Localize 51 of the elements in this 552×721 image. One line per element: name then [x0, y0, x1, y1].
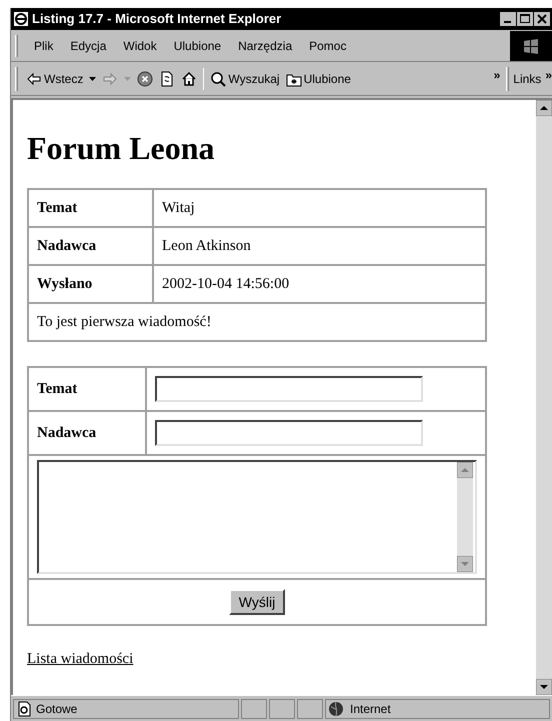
- back-arrow-icon: [26, 70, 42, 86]
- zone-text: Internet: [350, 700, 391, 718]
- text-field[interactable]: [155, 420, 423, 446]
- status-panel: [241, 698, 267, 718]
- toolbar-button[interactable]: Ulubione: [286, 70, 351, 88]
- field-label: Nadawca: [28, 227, 153, 265]
- menu-item[interactable]: Edycja: [62, 36, 114, 54]
- dropdown-caret-icon[interactable]: [89, 76, 96, 80]
- scroll-up-icon[interactable]: [536, 100, 552, 116]
- minimize-icon[interactable]: [500, 12, 516, 26]
- menu-item[interactable]: Widok: [115, 36, 165, 54]
- links-button[interactable]: Links: [513, 70, 542, 88]
- field-label: Wysłano: [28, 265, 153, 303]
- close-icon[interactable]: [534, 12, 550, 26]
- toolbar-button[interactable]: Wyszukaj: [210, 70, 280, 88]
- toolbar-overflow-button[interactable]: »: [494, 66, 500, 84]
- menu-item[interactable]: Narzędzia: [230, 36, 300, 54]
- menu-item[interactable]: Ulubione: [166, 36, 230, 54]
- page-heading: Forum Leona: [27, 129, 215, 168]
- table-cell: Leon Atkinson: [153, 227, 486, 265]
- message-list-link[interactable]: Lista wiadomości: [27, 651, 134, 667]
- table-cell: 2002-10-04 14:56:00: [153, 265, 486, 303]
- message-textarea[interactable]: [37, 460, 477, 574]
- status-panel: [297, 698, 323, 718]
- field-label: Nadawca: [28, 411, 146, 455]
- toolbar-button[interactable]: [137, 70, 154, 86]
- globe-icon: [328, 700, 344, 716]
- search-icon: [210, 70, 226, 86]
- links-overflow-button[interactable]: »: [545, 66, 552, 84]
- scroll-down-icon[interactable]: [536, 679, 552, 695]
- status-text: Gotowe: [36, 700, 78, 718]
- toolbar-button[interactable]: [159, 70, 176, 86]
- submit-button[interactable]: Wyślij: [228, 589, 286, 615]
- refresh-icon: [159, 70, 176, 86]
- field-label: Temat: [28, 189, 153, 227]
- menu-item[interactable]: Plik: [26, 36, 62, 54]
- home-icon: [181, 70, 198, 86]
- message-body: To jest pierwsza wiadomość!: [28, 303, 486, 341]
- scrollbar[interactable]: [536, 100, 552, 695]
- toolbar-button[interactable]: Wstecz: [26, 70, 84, 88]
- stop-icon: [137, 70, 154, 86]
- field-label: Temat: [28, 367, 146, 411]
- toolbar-button[interactable]: [181, 70, 198, 86]
- maximize-icon[interactable]: [517, 12, 533, 26]
- status-panel: [269, 698, 295, 718]
- page-icon: [16, 700, 32, 716]
- forward-arrow-icon: [102, 70, 118, 86]
- text-field[interactable]: [155, 376, 423, 402]
- window-title: Listing 17.7 - Microsoft Internet Explorer: [32, 10, 282, 28]
- menu-item[interactable]: Pomoc: [301, 36, 354, 54]
- table-cell: Witaj: [153, 189, 486, 227]
